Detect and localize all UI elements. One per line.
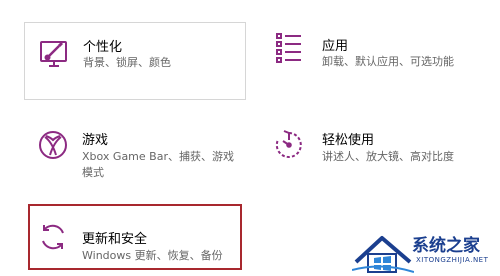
gaming-tile[interactable]: 游戏 Xbox Game Bar、捕获、游戏模式 xyxy=(24,118,246,196)
update-security-title: 更新和安全 xyxy=(82,232,148,247)
ease-of-access-description: 讲述人、放大镜、高对比度 xyxy=(322,150,454,163)
watermark: 系统之家 XITONGZHIJIA.NET xyxy=(346,226,500,276)
watermark-url: XITONGZHIJIA.NET xyxy=(416,256,489,264)
apps-title: 应用 xyxy=(322,39,349,54)
ease-of-access-title: 轻松使用 xyxy=(322,133,375,148)
ease-of-access-tile[interactable]: 轻松使用 讲述人、放大镜、高对比度 xyxy=(262,118,488,196)
personalization-tile[interactable]: 个性化 背景、锁屏、颜色 xyxy=(24,22,246,100)
apps-list-icon xyxy=(272,30,306,64)
gaming-title: 游戏 xyxy=(82,133,109,148)
sync-refresh-icon xyxy=(36,220,70,254)
update-security-tile[interactable]: 更新和安全 Windows 更新、恢复、备份 xyxy=(28,204,242,270)
apps-description: 卸载、默认应用、可选功能 xyxy=(322,55,454,68)
personalization-description: 背景、锁屏、颜色 xyxy=(83,56,171,69)
ease-of-access-timer-icon xyxy=(272,128,306,162)
watermark-name: 系统之家 xyxy=(412,236,480,256)
apps-tile[interactable]: 应用 卸载、默认应用、可选功能 xyxy=(262,22,488,100)
house-logo-icon xyxy=(352,232,414,274)
update-security-description: Windows 更新、恢复、备份 xyxy=(82,249,223,262)
gaming-description: Xbox Game Bar、捕获、游戏模式 xyxy=(82,150,234,179)
xbox-icon xyxy=(36,128,70,162)
personalization-brush-icon xyxy=(37,37,71,71)
personalization-title: 个性化 xyxy=(83,40,123,55)
